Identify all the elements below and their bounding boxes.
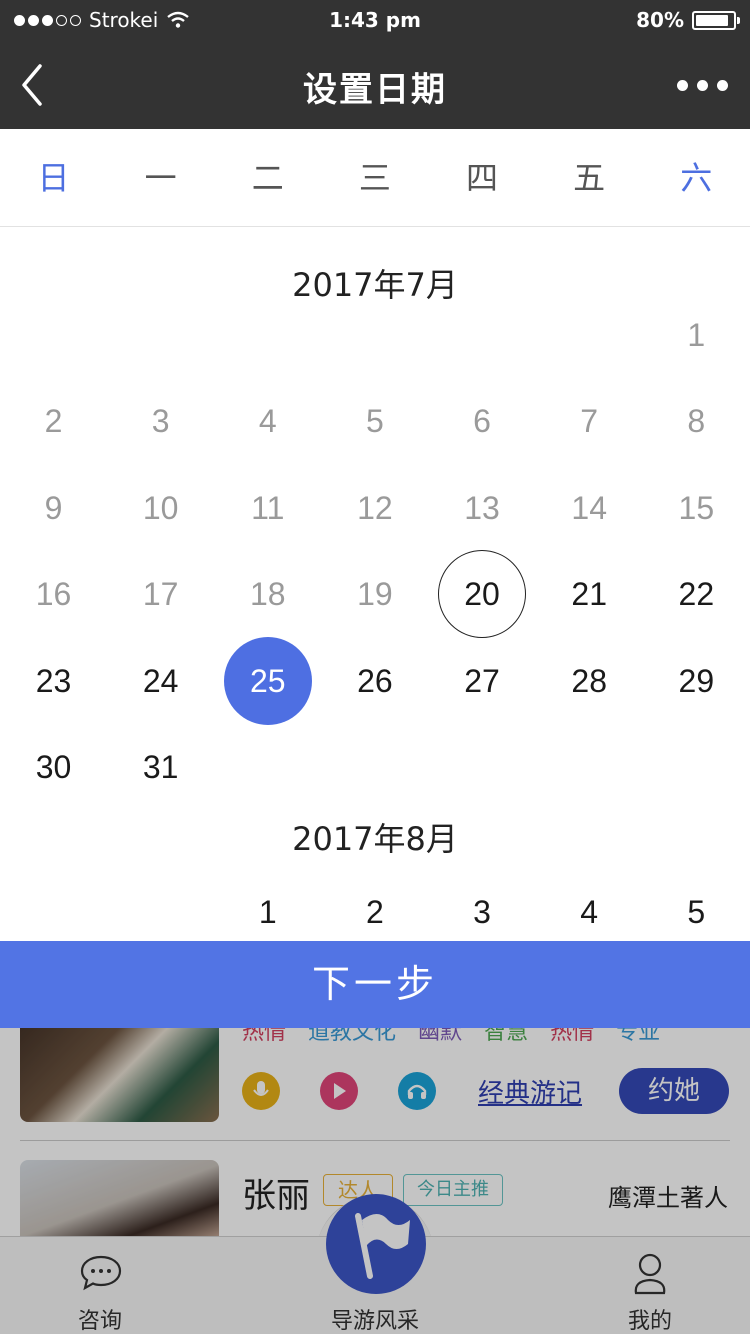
calendar-day: 2 [0,378,107,464]
calendar-day: 16 [0,551,107,637]
calendar-day[interactable]: 26 [321,638,428,724]
day-number: 27 [464,662,500,699]
day-number: 16 [35,575,72,612]
calendar-day: 14 [536,465,643,551]
day-number: 5 [366,402,384,439]
day-number: 3 [473,893,491,930]
nav-bar: 设置日期 [0,40,750,129]
dim-overlay [0,1028,750,1334]
calendar-day: 15 [643,465,750,551]
calendar-day: 9 [0,465,107,551]
battery-percent: 80% [636,8,684,32]
calendar-day: 19 [321,551,428,637]
day-number: 12 [357,489,393,526]
calendar-day: 7 [536,378,643,464]
battery-icon [692,10,740,30]
status-bar: Strokei 1:43 pm 80% [0,0,750,40]
day-number: 26 [357,662,393,699]
day-number: 4 [580,893,599,930]
day-number: 18 [249,575,286,612]
calendar-day[interactable]: 30 [0,724,107,810]
calendar-day[interactable]: 24 [107,638,214,724]
calendar-day: 1 [643,292,750,378]
weekday-fri: 五 [573,159,606,197]
day-number: 23 [35,662,72,699]
month-title-august: 2017年8月 [292,820,458,858]
calendar-day: 18 [214,551,321,637]
calendar-day[interactable]: 21 [536,551,643,637]
calendar-day: 12 [321,465,428,551]
calendar-day[interactable]: 27 [429,638,536,724]
weekday-tue: 二 [251,159,284,197]
calendar-day[interactable]: 23 [0,638,107,724]
calendar-day[interactable]: 22 [643,551,750,637]
calendar-day: 4 [214,378,321,464]
calendar-day[interactable]: 28 [536,638,643,724]
day-number: 22 [678,575,715,612]
weekday-wed: 三 [358,159,391,197]
calendar-day: 17 [107,551,214,637]
day-number: 20 [464,575,500,612]
weekday-sat: 六 [680,159,713,197]
day-number: 13 [464,489,500,526]
day-number: 30 [35,748,72,785]
day-number: 4 [258,402,277,439]
calendar-day: 11 [214,465,321,551]
day-number: 1 [687,316,706,353]
calendar-day[interactable]: 25 [214,637,321,725]
day-number: 31 [142,748,179,785]
day-number: 6 [473,402,491,439]
day-number: 2 [366,893,384,930]
day-number: 17 [142,575,179,612]
day-number: 3 [151,402,170,439]
day-number: 9 [44,489,63,526]
calendar-day: 10 [107,465,214,551]
calendar-day[interactable]: 29 [643,638,750,724]
weekday-header: 日 一 二 三 四 五 六 [0,129,750,227]
day-number: 11 [251,489,285,526]
day-number: 1 [258,893,277,930]
day-number: 25 [249,662,286,699]
calendar-day: 5 [321,378,428,464]
calendar-day[interactable]: 31 [107,724,214,810]
weekday-mon: 一 [144,159,177,197]
day-number: 19 [357,575,393,612]
day-number: 15 [678,489,715,526]
day-number: 2 [44,402,63,439]
calendar-day: 8 [643,378,750,464]
day-number: 7 [580,402,599,439]
day-number: 28 [571,662,607,699]
page-title: 设置日期 [303,70,447,110]
day-number: 24 [142,662,179,699]
next-step-button[interactable]: 下一步 [0,941,750,1028]
more-dots-icon[interactable] [672,70,732,100]
day-number: 21 [571,575,607,612]
day-number: 29 [678,662,715,699]
day-number: 5 [687,893,706,930]
day-number: 10 [142,489,179,526]
calendar-day: 6 [429,378,536,464]
calendar-day: 13 [429,465,536,551]
day-number: 14 [571,489,607,526]
month-title-july: 2017年7月 [292,266,458,304]
day-number: 8 [687,402,706,439]
weekday-sun: 日 [37,159,70,197]
weekday-thu: 四 [466,159,499,197]
calendar-day[interactable]: 20 [429,550,536,638]
calendar-day: 3 [107,378,214,464]
